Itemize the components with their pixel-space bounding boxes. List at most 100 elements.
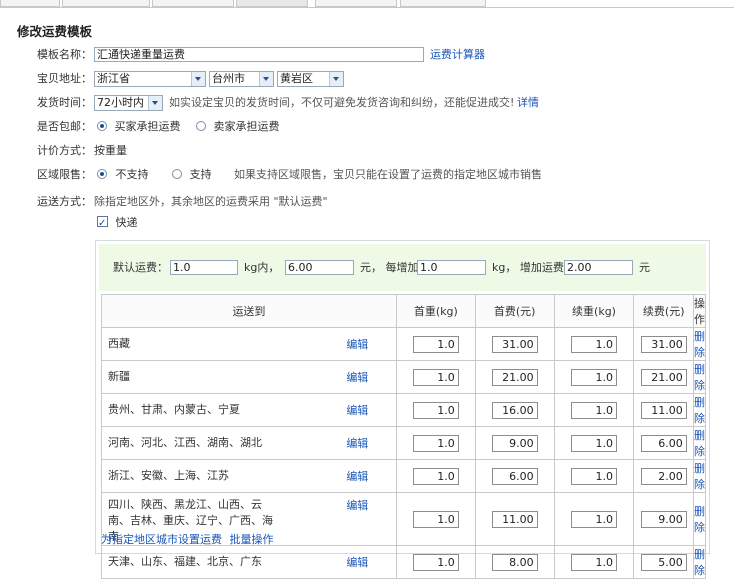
first-fee-input-cell: 21.00 <box>474 360 555 394</box>
add-fee-input[interactable]: 2.00 <box>640 467 687 485</box>
add-fee-input-cell: 11.00 <box>633 393 694 427</box>
first-weight-input-cell: 1.0 <box>395 360 476 394</box>
delivery-label: 运送方式： <box>37 195 92 208</box>
seller-pays-option[interactable]: 卖家承担运费 <box>196 117 280 137</box>
add-fee-input[interactable]: 11.00 <box>640 401 687 419</box>
first-fee-input[interactable]: 8.00 <box>491 553 538 571</box>
delivery-row: 运送方式： 除指定地区外，其余地区的运费采用 "默认运费" <box>0 192 734 212</box>
edit-link[interactable]: 编辑 <box>318 459 397 493</box>
default-unit-kg-within: kg内， <box>244 261 280 274</box>
radio-checked-icon[interactable] <box>97 169 107 179</box>
edit-link[interactable]: 编辑 <box>318 426 397 460</box>
first-weight-input[interactable]: 1.0 <box>412 553 459 571</box>
add-weight-input[interactable]: 1.0 <box>571 401 617 419</box>
first-weight-input[interactable]: 1.0 <box>412 401 459 419</box>
add-fee-input[interactable]: 31.00 <box>640 335 687 353</box>
tab-3[interactable] <box>152 0 234 7</box>
ship-time-select[interactable]: 72小时内 <box>94 95 163 111</box>
add-fee-input[interactable]: 9.00 <box>640 510 687 528</box>
add-fee-input[interactable]: 5.00 <box>640 553 687 571</box>
default-first-weight-input[interactable]: 1.0 <box>170 260 238 275</box>
delete-link[interactable]: 删除 <box>693 545 706 579</box>
table-row: 新疆 编辑 1.0 21.00 1.0 21.00 删除 <box>100 360 706 394</box>
add-weight-input-cell: 1.0 <box>553 459 635 493</box>
radio-unchecked-icon[interactable] <box>196 121 206 131</box>
delete-link[interactable]: 删除 <box>693 393 706 427</box>
buyer-pays-option[interactable]: 买家承担运费 <box>97 117 181 137</box>
add-weight-input[interactable]: 1.0 <box>571 553 617 571</box>
set-region-fee-link[interactable]: 为指定地区城市设置运费 <box>101 533 222 546</box>
delete-link[interactable]: 删除 <box>693 360 706 394</box>
col-header-destination: 运送到 <box>101 294 397 328</box>
destination-text: 贵州、甘肃、内蒙古、宁夏 <box>108 403 240 416</box>
express-option[interactable]: 快递 <box>97 213 138 234</box>
region-limit-row: 区域限售： 不支持 支持 如果支持区域限售，宝贝只能在设置了运费的指定地区城市销… <box>0 165 734 185</box>
add-weight-input-cell: 1.0 <box>553 360 635 394</box>
first-weight-input[interactable]: 1.0 <box>412 467 459 485</box>
tab-1[interactable] <box>0 0 60 7</box>
edit-link[interactable]: 编辑 <box>318 360 397 394</box>
city-select[interactable]: 台州市 <box>209 71 274 87</box>
tab-2[interactable] <box>62 0 150 7</box>
region-no-option[interactable]: 不支持 <box>97 165 149 185</box>
add-fee-input[interactable]: 21.00 <box>640 368 687 386</box>
add-weight-input[interactable]: 1.0 <box>571 335 617 353</box>
add-fee-input-cell: 5.00 <box>633 545 694 579</box>
chevron-down-icon <box>148 96 162 110</box>
edit-link[interactable]: 编辑 <box>318 327 397 361</box>
first-fee-input[interactable]: 9.00 <box>491 434 538 452</box>
calculator-link[interactable]: 运费计算器 <box>430 45 485 65</box>
first-weight-input[interactable]: 1.0 <box>412 434 459 452</box>
destination-cell: 河南、河北、江西、湖南、湖北 <box>100 426 319 460</box>
first-weight-input[interactable]: 1.0 <box>412 368 459 386</box>
delete-link[interactable]: 删除 <box>693 327 706 361</box>
default-add-weight-input[interactable]: 1.0 <box>417 260 486 275</box>
checkbox-checked-icon[interactable] <box>97 214 108 234</box>
batch-operation-link[interactable]: 批量操作 <box>230 533 274 546</box>
first-fee-input[interactable]: 31.00 <box>491 335 538 353</box>
table-row: 贵州、甘肃、内蒙古、宁夏 编辑 1.0 16.00 1.0 11.00 删除 <box>100 393 706 427</box>
bottom-links: 为指定地区城市设置运费 批量操作 <box>101 531 274 547</box>
default-unit-yuan-each: 元， 每增加 <box>360 261 419 274</box>
add-weight-input[interactable]: 1.0 <box>571 434 617 452</box>
tab-4[interactable] <box>236 0 308 7</box>
destination-cell: 天津、山东、福建、北京、广东 <box>100 545 319 579</box>
first-fee-input[interactable]: 16.00 <box>491 401 538 419</box>
delete-link[interactable]: 删除 <box>693 426 706 460</box>
edit-link[interactable]: 编辑 <box>318 545 397 579</box>
first-fee-input[interactable]: 11.00 <box>491 510 538 528</box>
table-header-row: 运送到 首重(kg) 首费(元) 续重(kg) 续费(元) 操作 <box>101 294 706 328</box>
add-fee-input[interactable]: 6.00 <box>640 434 687 452</box>
first-fee-input[interactable]: 6.00 <box>491 467 538 485</box>
tab-6[interactable] <box>400 0 486 7</box>
ship-detail-link[interactable]: 详情 <box>517 93 539 113</box>
region-yes-option[interactable]: 支持 <box>172 165 212 185</box>
address-row: 宝贝地址： 浙江省 台州市 黄岩区 <box>0 69 734 89</box>
tab-5[interactable] <box>315 0 397 7</box>
add-weight-input[interactable]: 1.0 <box>571 510 617 528</box>
district-value: 黄岩区 <box>280 72 313 85</box>
default-first-fee-input[interactable]: 6.00 <box>285 260 354 275</box>
first-weight-input-cell: 1.0 <box>395 545 476 579</box>
default-add-fee-input[interactable]: 2.00 <box>564 260 633 275</box>
add-weight-input[interactable]: 1.0 <box>571 368 617 386</box>
edit-link[interactable]: 编辑 <box>318 492 397 546</box>
add-fee-input-cell: 9.00 <box>633 492 694 546</box>
edit-link[interactable]: 编辑 <box>318 393 397 427</box>
district-select[interactable]: 黄岩区 <box>277 71 344 87</box>
radio-checked-icon[interactable] <box>97 121 107 131</box>
radio-unchecked-icon[interactable] <box>172 169 182 179</box>
delete-link[interactable]: 删除 <box>693 492 706 546</box>
add-weight-input-cell: 1.0 <box>553 492 635 546</box>
add-weight-input[interactable]: 1.0 <box>571 467 617 485</box>
province-select[interactable]: 浙江省 <box>94 71 206 87</box>
first-weight-input[interactable]: 1.0 <box>412 510 459 528</box>
delivery-hint: 除指定地区外，其余地区的运费采用 "默认运费" <box>94 195 328 208</box>
destination-text: 四川、陕西、黑龙江、山西、云 <box>108 498 262 511</box>
first-fee-input-cell: 8.00 <box>474 545 555 579</box>
first-fee-input[interactable]: 21.00 <box>491 368 538 386</box>
table-row: 天津、山东、福建、北京、广东 编辑 1.0 8.00 1.0 5.00 删除 <box>100 545 706 579</box>
first-weight-input[interactable]: 1.0 <box>412 335 459 353</box>
template-name-input[interactable]: 汇通快递重量运费 <box>94 47 424 62</box>
delete-link[interactable]: 删除 <box>693 459 706 493</box>
